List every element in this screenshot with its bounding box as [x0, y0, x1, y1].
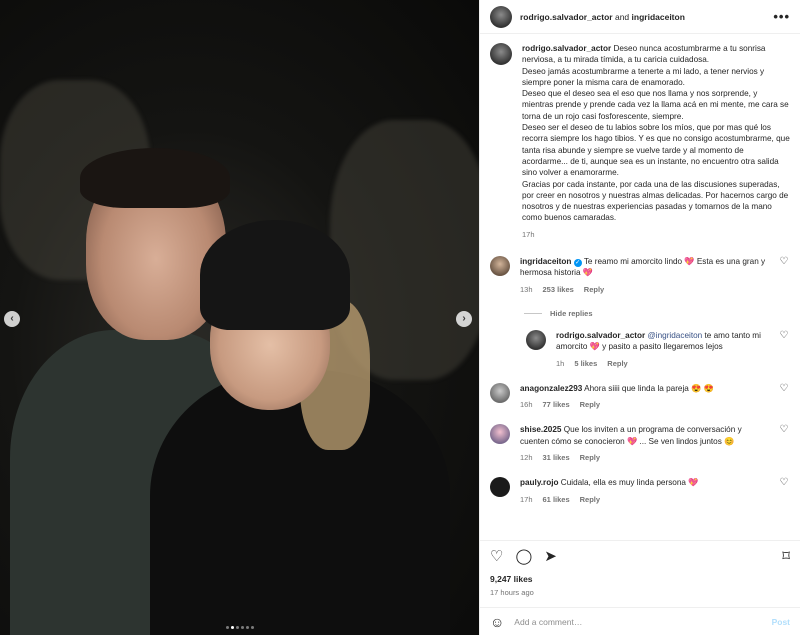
comments-panel: rodrigo.salvador_actor and ingridaceiton…	[479, 0, 800, 635]
comment-like-heart-icon[interactable]: ♡	[778, 477, 790, 505]
carousel-dot-active	[230, 626, 234, 629]
commenter-avatar[interactable]	[490, 477, 510, 498]
commenter-username[interactable]: shise.2025	[520, 425, 561, 434]
comment-time[interactable]: 13h	[520, 285, 533, 294]
hide-replies-label: Hide replies	[550, 308, 593, 318]
likes-count[interactable]: 9,247 likes	[490, 574, 533, 584]
comment-like-heart-icon[interactable]: ♡	[778, 383, 790, 411]
commenter-avatar[interactable]	[490, 382, 510, 403]
man-hair	[80, 148, 230, 208]
reply-item: rodrigo.salvador_actor @ingridaceiton te…	[526, 329, 790, 369]
next-photo-button[interactable]: ›	[456, 311, 472, 327]
carousel-dot	[225, 626, 229, 629]
divider-line	[524, 312, 542, 314]
reply-button[interactable]: Reply	[607, 359, 627, 368]
reply-mention[interactable]: @ingridaceiton	[647, 331, 702, 340]
reply-time[interactable]: 1h	[556, 359, 564, 368]
reply-button[interactable]: Reply	[580, 453, 600, 462]
comment-likes[interactable]: 61 likes	[543, 495, 570, 504]
caption-text: Deseo nunca acostumbrarme a tu sonrisa n…	[522, 44, 790, 223]
post-timestamp[interactable]: 17 hours ago	[490, 588, 534, 597]
reply-button[interactable]: Reply	[580, 495, 600, 504]
authors-joiner: and	[614, 11, 630, 22]
caption: rodrigo.salvador_actor Deseo nunca acost…	[490, 43, 790, 240]
comment-item: pauly.rojo Cuidala, ella es muy linda pe…	[490, 477, 790, 505]
verified-badge-icon: ✓	[573, 259, 582, 268]
coauthor-username[interactable]: ingridaceiton	[632, 12, 685, 22]
comment-likes[interactable]: 77 likes	[543, 400, 570, 409]
reply-button[interactable]: Reply	[580, 400, 600, 409]
comment-text: Cuidala, ella es muy linda persona 💖	[558, 478, 699, 488]
woman-coat	[150, 370, 450, 635]
comment-time[interactable]: 12h	[520, 453, 533, 462]
reply-like-heart-icon[interactable]: ♡	[778, 330, 790, 369]
post-authors: rodrigo.salvador_actor and ingridaceiton	[520, 12, 685, 22]
commenter-avatar[interactable]	[490, 424, 510, 445]
post-dialog: ‹ › rodrigo.salvador_actor and ingridace…	[0, 0, 800, 635]
caption-username[interactable]: rodrigo.salvador_actor	[522, 44, 611, 53]
carousel-dot	[250, 626, 254, 629]
post-comment-button[interactable]: Post	[772, 617, 790, 627]
carousel-dots	[0, 621, 479, 631]
comments-list[interactable]: rodrigo.salvador_actor Deseo nunca acost…	[480, 35, 800, 540]
replier-username[interactable]: rodrigo.salvador_actor	[556, 331, 645, 340]
comment-item: anagonzalez293 Ahora siiii que linda la …	[490, 382, 790, 411]
post-photo[interactable]: ‹ ›	[0, 0, 479, 635]
hide-replies-button[interactable]: Hide replies	[524, 309, 790, 318]
reply-button[interactable]: Reply	[584, 285, 604, 294]
commenter-username[interactable]: anagonzalez293	[520, 384, 582, 393]
commenter-avatar[interactable]	[490, 256, 510, 277]
carousel-dot	[235, 626, 239, 629]
replier-avatar[interactable]	[526, 329, 546, 350]
caption-avatar[interactable]	[490, 43, 512, 65]
author-username[interactable]: rodrigo.salvador_actor	[520, 12, 613, 22]
comment-text: Ahora siiii que linda la pareja 😍 😍	[582, 383, 714, 393]
comment-likes[interactable]: 31 likes	[543, 453, 570, 462]
comment-time[interactable]: 17h	[520, 495, 533, 504]
share-paper-plane-icon[interactable]: ➤	[544, 547, 557, 565]
save-bookmark-icon[interactable]: ⌑	[782, 547, 790, 565]
caption-time[interactable]: 17h	[522, 230, 535, 239]
woman-beanie	[200, 220, 350, 330]
add-comment-bar: ☺ Add a comment… Post	[480, 607, 800, 635]
prev-photo-button[interactable]: ‹	[4, 311, 20, 327]
comment-time[interactable]: 16h	[520, 400, 533, 409]
comment-bubble-icon[interactable]: ◯	[515, 547, 532, 565]
post-header: rodrigo.salvador_actor and ingridaceiton…	[480, 0, 800, 34]
commenter-username[interactable]: ingridaceiton	[520, 257, 571, 266]
more-options-icon[interactable]: •••	[773, 9, 790, 24]
author-avatar[interactable]	[490, 5, 512, 28]
carousel-dot	[245, 626, 249, 629]
comment-like-heart-icon[interactable]: ♡	[778, 256, 790, 295]
comment-input[interactable]: Add a comment…	[514, 617, 771, 627]
emoji-icon[interactable]: ☺	[490, 614, 504, 630]
commenter-username[interactable]: pauly.rojo	[520, 478, 559, 487]
comment-likes[interactable]: 253 likes	[543, 285, 574, 294]
post-actions: ♡ ◯ ➤ ⌑	[480, 540, 800, 570]
comment-item: shise.2025 Que los inviten a un programa…	[490, 424, 790, 463]
comment-like-heart-icon[interactable]: ♡	[778, 424, 790, 463]
reply-likes[interactable]: 5 likes	[574, 359, 597, 368]
carousel-dot	[240, 626, 244, 629]
comment-item: ingridaceiton ✓ Te reamo mi amorcito lin…	[490, 256, 790, 295]
like-heart-icon[interactable]: ♡	[490, 547, 503, 565]
